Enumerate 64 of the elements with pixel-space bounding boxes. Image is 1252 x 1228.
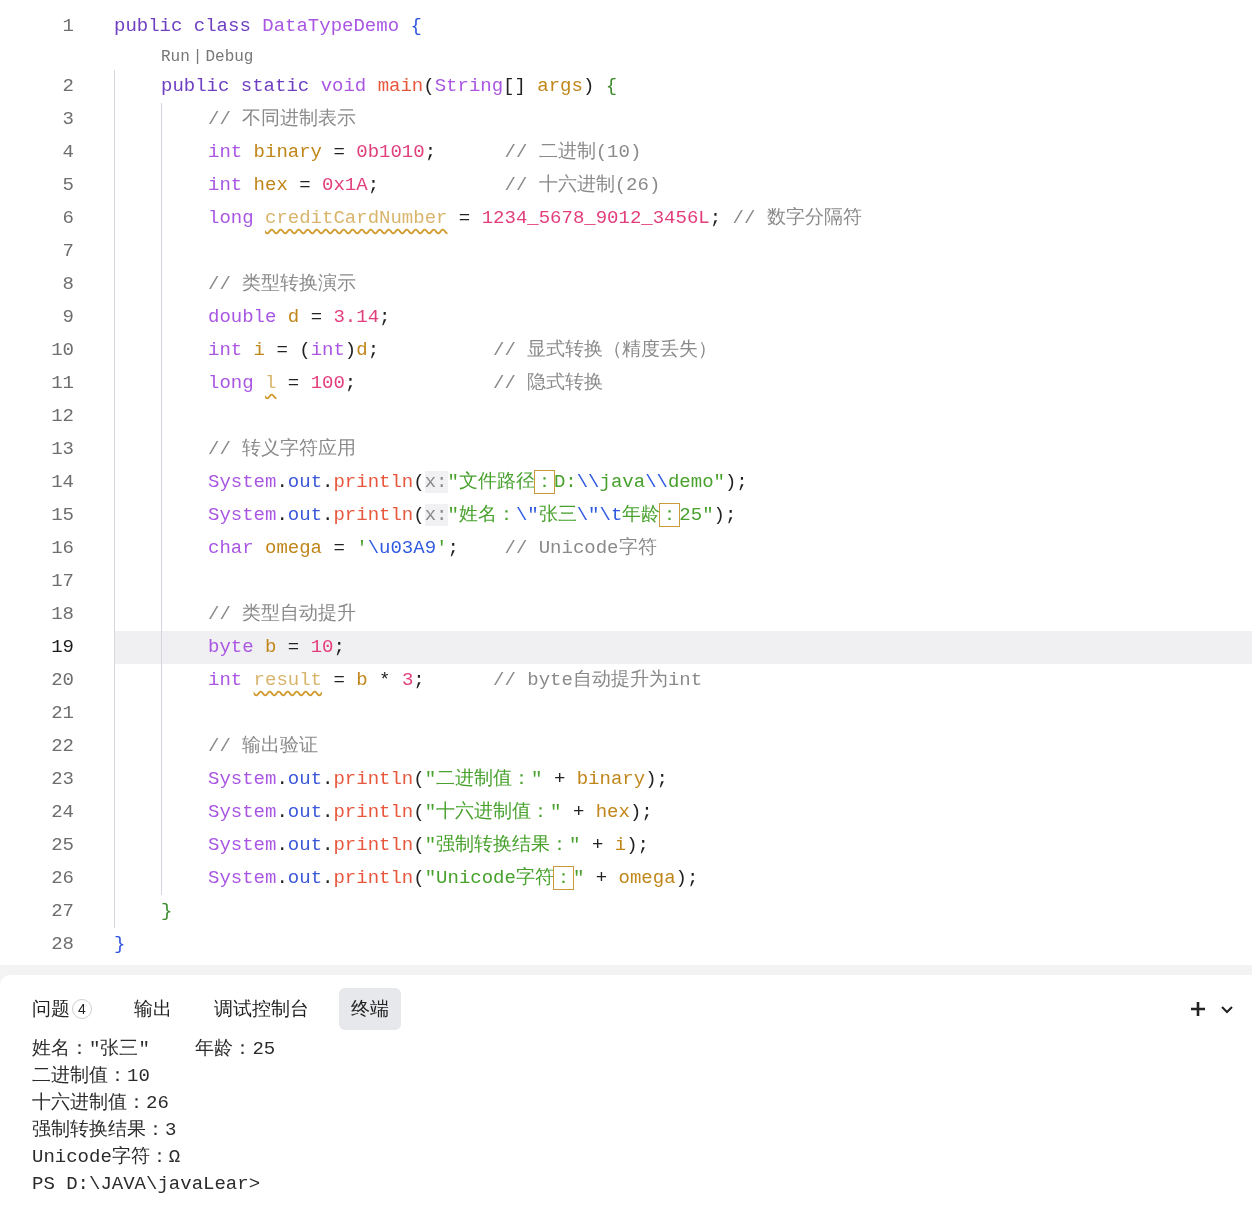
code-line: // 类型转换演示	[208, 272, 357, 298]
line-number: 11	[51, 371, 74, 397]
code-line: // 类型自动提升	[208, 602, 357, 628]
line-number: 20	[51, 668, 74, 694]
line-number: 1	[62, 14, 74, 40]
line-number: 25	[51, 833, 74, 859]
line-number: 15	[51, 503, 74, 529]
terminal-line: Unicode字符：Ω	[32, 1145, 181, 1170]
terminal-line: PS D:\JAVA\javaLear>	[32, 1172, 261, 1197]
line-number: 3	[62, 107, 74, 133]
line-number: 24	[51, 800, 74, 826]
code-line: public class DataTypeDemo {	[114, 14, 422, 40]
line-number: 26	[51, 866, 74, 892]
code-line: int hex = 0x1A; // 十六进制(26)	[208, 173, 661, 199]
code-line: System.out.println(x:"姓名：\"张三\"\t年龄：25");	[208, 503, 737, 529]
line-number: 6	[62, 206, 74, 232]
line-number: 23	[51, 767, 74, 793]
line-number: 9	[62, 305, 74, 331]
code-line: char omega = '\u03A9'; // Unicode字符	[208, 536, 657, 562]
code-line: System.out.println("Unicode字符：" + omega);	[208, 866, 699, 892]
code-line: // 输出验证	[208, 734, 319, 760]
code-line: int binary = 0b1010; // 二进制(10)	[208, 140, 642, 166]
panel-tab[interactable]: 终端	[339, 988, 401, 1030]
code-line: public static void main(String[] args) {	[161, 74, 618, 100]
code-line: System.out.println("二进制值：" + binary);	[208, 767, 668, 793]
line-number: 10	[51, 338, 74, 364]
line-number: 8	[62, 272, 74, 298]
code-line: int result = b * 3; // byte自动提升为int	[208, 668, 703, 694]
code-line: System.out.println(x:"文件路径：D:\\java\\demo");	[208, 470, 748, 496]
debug-link[interactable]: Debug	[205, 44, 254, 69]
code-line: long creditCardNumber = 1234_5678_9012_3456L; // 数字分隔符	[208, 206, 862, 232]
code-line: double d = 3.14;	[208, 305, 391, 331]
line-number: 19	[51, 635, 74, 661]
code-line: System.out.println("十六进制值：" + hex);	[208, 800, 653, 826]
line-number: 21	[51, 701, 74, 727]
line-number: 14	[51, 470, 74, 496]
terminal-line: 强制转换结果：3	[32, 1118, 177, 1143]
run-link[interactable]: Run	[161, 44, 190, 69]
line-number: 28	[51, 932, 74, 958]
line-number: 22	[51, 734, 74, 760]
line-number: 18	[51, 602, 74, 628]
plus-icon[interactable]	[1190, 1001, 1206, 1017]
terminal-line: 姓名："张三" 年龄：25	[32, 1037, 276, 1062]
separator-text: |	[192, 46, 203, 68]
code-line: }	[161, 899, 173, 925]
terminal-line: 二进制值：10	[32, 1064, 150, 1089]
line-number: 16	[51, 536, 74, 562]
code-line: long l = 100; // 隐式转换	[208, 371, 604, 397]
line-number: 5	[62, 173, 74, 199]
code-line: byte b = 10;	[208, 635, 345, 661]
line-number: 7	[62, 239, 74, 265]
code-line: System.out.println("强制转换结果：" + i);	[208, 833, 649, 859]
code-line: // 转义字符应用	[208, 437, 357, 463]
line-number: 2	[62, 74, 74, 100]
line-number: 13	[51, 437, 74, 463]
code-line: int i = (int)d; // 显式转换（精度丢失）	[208, 338, 718, 364]
terminal-line: 十六进制值：26	[32, 1091, 169, 1116]
line-number: 4	[62, 140, 74, 166]
line-number: 27	[51, 899, 74, 925]
code-line: }	[114, 932, 126, 958]
chevron-down-icon[interactable]	[1220, 1004, 1234, 1014]
code-line: // 不同进制表示	[208, 107, 357, 133]
line-number: 12	[51, 404, 74, 430]
line-number: 17	[51, 569, 74, 595]
